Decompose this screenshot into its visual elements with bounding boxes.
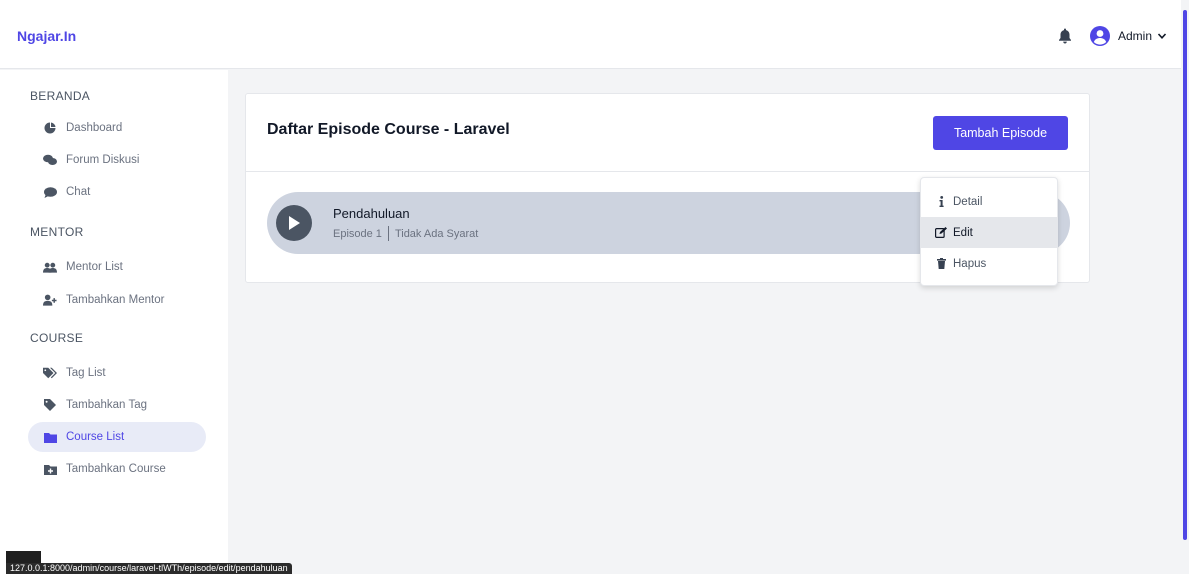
sidebar: BERANDA Dashboard Forum Diskusi Chat MEN… [0, 70, 228, 574]
sidebar-item-label: Forum Diskusi [66, 154, 140, 166]
sidebar-item-tag-list[interactable]: Tag List [28, 358, 206, 388]
episode-meta: Episode 1 Tidak Ada Syarat [333, 226, 478, 241]
sidebar-item-dashboard[interactable]: Dashboard [28, 113, 206, 143]
page-scrollbar[interactable] [1181, 0, 1189, 574]
dropdown-item-label: Edit [953, 226, 973, 239]
user-name[interactable]: Admin [1118, 29, 1152, 43]
dropdown-item-hapus[interactable]: Hapus [921, 248, 1057, 279]
sidebar-item-tambahkan-tag[interactable]: Tambahkan Tag [28, 390, 206, 420]
add-episode-button[interactable]: Tambah Episode [933, 116, 1068, 150]
tags-icon [43, 367, 57, 379]
folder-plus-icon [43, 463, 57, 475]
sidebar-item-tambahkan-course[interactable]: Tambahkan Course [28, 454, 206, 484]
comments-icon [43, 154, 57, 166]
sidebar-item-course-list[interactable]: Course List [28, 422, 206, 452]
dropdown-item-edit[interactable]: Edit [921, 217, 1057, 248]
sidebar-item-tambahkan-mentor[interactable]: Tambahkan Mentor [28, 285, 206, 315]
sidebar-item-label: Course List [66, 431, 125, 443]
sidebar-item-label: Tag List [66, 367, 106, 379]
sidebar-item-label: Tambahkan Mentor [66, 294, 165, 306]
edit-icon [935, 227, 947, 238]
sidebar-section-course: COURSE [30, 331, 84, 345]
sidebar-item-chat[interactable]: Chat [28, 177, 206, 207]
episode-title: Pendahuluan [333, 206, 410, 221]
sidebar-item-label: Mentor List [66, 261, 123, 273]
chevron-down-icon[interactable] [1157, 31, 1167, 41]
sidebar-item-forum-diskusi[interactable]: Forum Diskusi [28, 145, 206, 175]
navbar-user-area: Admin [1058, 26, 1167, 46]
sidebar-item-label: Chat [66, 186, 91, 198]
page-title: Daftar Episode Course - Laravel [267, 121, 510, 138]
episode-number: Episode 1 [333, 227, 382, 240]
trash-icon [935, 258, 947, 269]
dropdown-item-label: Hapus [953, 257, 987, 270]
chat-icon [43, 186, 57, 198]
sidebar-section-beranda: BERANDA [30, 89, 91, 103]
meta-divider [387, 226, 389, 241]
scrollbar-thumb[interactable] [1183, 10, 1187, 540]
tag-icon [43, 399, 57, 411]
user-plus-icon [43, 294, 57, 306]
bell-icon[interactable] [1058, 28, 1072, 44]
user-circle-icon[interactable] [1089, 26, 1110, 46]
status-bar-url: 127.0.0.1:8000/admin/course/laravel-tlWT… [6, 563, 292, 574]
episode-requirement: Tidak Ada Syarat [394, 227, 479, 240]
top-navbar: Ngajar.In Admin [0, 0, 1181, 69]
dropdown-item-label: Detail [953, 195, 983, 208]
card-header: Daftar Episode Course - Laravel Tambah E… [246, 94, 1089, 172]
sidebar-item-mentor-list[interactable]: Mentor List [28, 252, 206, 282]
sidebar-section-mentor: MENTOR [30, 225, 84, 239]
sidebar-item-label: Tambahkan Tag [66, 399, 147, 411]
status-indicator [6, 551, 41, 563]
dropdown-item-detail[interactable]: Detail [921, 186, 1057, 217]
episode-actions-dropdown: Detail Edit Hapus [920, 177, 1058, 286]
dashboard-icon [43, 122, 57, 134]
brand-logo[interactable]: Ngajar.In [17, 28, 76, 44]
info-icon [935, 196, 947, 207]
sidebar-item-label: Tambahkan Course [66, 463, 166, 475]
users-icon [43, 261, 57, 273]
sidebar-item-label: Dashboard [66, 122, 123, 134]
folder-icon [43, 431, 57, 443]
play-icon[interactable] [276, 205, 312, 241]
